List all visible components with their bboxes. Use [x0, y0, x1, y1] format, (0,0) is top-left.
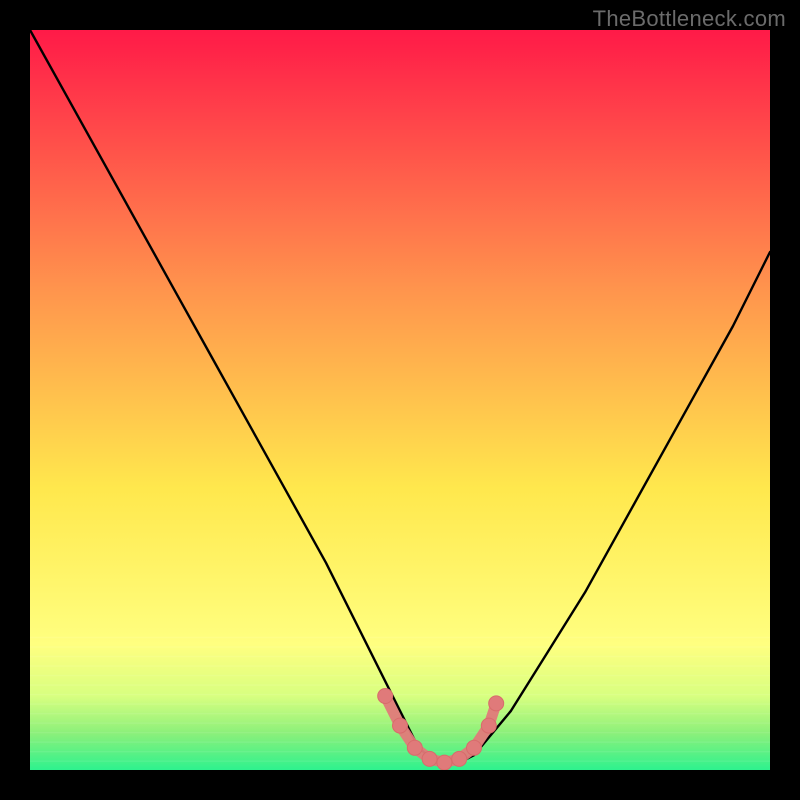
bottleneck-chart — [0, 0, 800, 800]
valley-marker — [437, 755, 452, 770]
gradient-band — [30, 703, 770, 704]
gradient-band — [30, 760, 770, 761]
chart-frame: TheBottleneck.com — [0, 0, 800, 800]
gradient-band — [30, 675, 770, 676]
valley-marker — [467, 740, 482, 755]
valley-marker — [407, 740, 422, 755]
valley-marker — [489, 696, 504, 711]
gradient-band — [30, 741, 770, 742]
valley-marker — [393, 718, 408, 733]
gradient-band — [30, 751, 770, 752]
gradient-band — [30, 694, 770, 695]
gradient-band — [30, 656, 770, 657]
valley-marker — [378, 689, 393, 704]
plot-background — [30, 30, 770, 770]
gradient-band — [30, 637, 770, 638]
valley-marker — [422, 751, 437, 766]
valley-marker — [481, 718, 496, 733]
gradient-band — [30, 646, 770, 647]
valley-marker — [452, 751, 467, 766]
gradient-band — [30, 665, 770, 666]
gradient-band — [30, 684, 770, 685]
watermark-text: TheBottleneck.com — [593, 6, 786, 32]
